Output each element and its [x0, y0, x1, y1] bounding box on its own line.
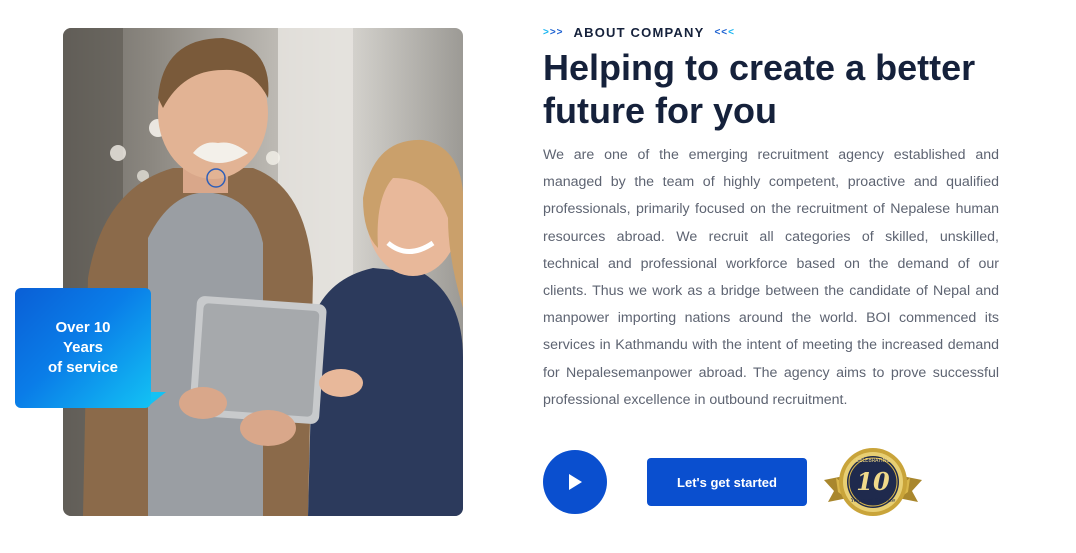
people-with-tablet-illustration: [63, 28, 463, 516]
badge-line-2: Years: [62, 339, 104, 356]
badge-line-3: of service: [47, 359, 119, 376]
play-icon: [569, 474, 582, 490]
svg-text:Years of Service: Years of Service: [851, 498, 897, 504]
section-eyebrow: >>> ABOUT COMPANY <<<: [543, 24, 735, 40]
celebrating-10-years-seal-icon: 10 CELEBRATING Years of Service: [824, 448, 922, 516]
badge-line-1: Over 10: [55, 319, 111, 336]
section-description: We are one of the emerging recruitment a…: [543, 147, 999, 408]
about-photo: [63, 28, 463, 516]
eyebrow-left-arrows-icon: >>>: [543, 26, 564, 38]
svg-text:10: 10: [856, 467, 890, 496]
svg-text:CELEBRATING: CELEBRATING: [856, 458, 891, 464]
eyebrow-right-arrows-icon: <<<: [714, 26, 735, 38]
years-of-service-badge: Over 10 Years of service: [15, 288, 151, 408]
play-video-button[interactable]: [543, 450, 607, 514]
get-started-button[interactable]: Let's get started: [647, 458, 807, 506]
eyebrow-text: ABOUT COMPANY: [573, 24, 705, 40]
section-headline: Helping to create a better future for yo…: [543, 47, 976, 131]
